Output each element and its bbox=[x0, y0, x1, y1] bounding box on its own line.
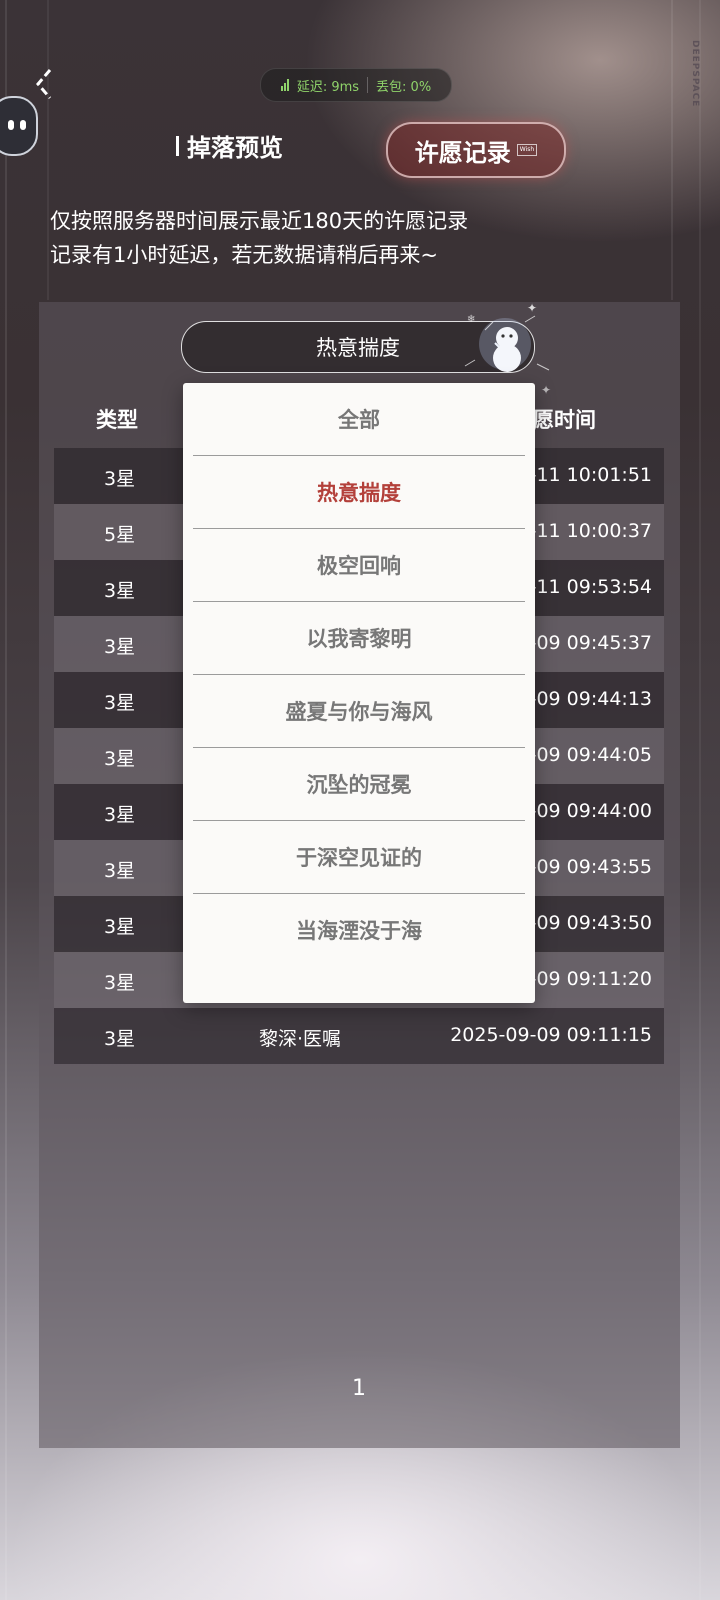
cell-time: -09 09:45:37 bbox=[529, 632, 652, 654]
brand-watermark: DEEPSPACE bbox=[690, 40, 700, 108]
tab-indicator bbox=[176, 135, 179, 156]
back-button[interactable] bbox=[30, 64, 70, 108]
cell-time: -09 09:43:55 bbox=[529, 856, 652, 878]
cell-type: 3星 bbox=[104, 692, 136, 714]
header-time: 愿时间 bbox=[533, 408, 596, 432]
dropdown-option[interactable]: 盛夏与你与海风 bbox=[193, 675, 525, 747]
cell-type: 3星 bbox=[104, 972, 136, 994]
cell-time: -09 09:44:00 bbox=[529, 800, 652, 822]
cell-type: 3星 bbox=[104, 804, 136, 826]
filter-selected-label: 热意揣度 bbox=[316, 336, 400, 360]
tab-drop-preview-label: 掉落预览 bbox=[187, 134, 283, 162]
cell-time: -09 09:44:05 bbox=[529, 744, 652, 766]
cell-time: -11 10:00:37 bbox=[529, 520, 652, 542]
tab-wish-record-label: 许愿记录 bbox=[414, 138, 511, 167]
divider bbox=[367, 77, 369, 93]
cell-type: 3星 bbox=[104, 860, 136, 882]
dropdown-option[interactable]: 当海湮没于海 bbox=[193, 894, 525, 966]
tab-wish-badge: Wish bbox=[516, 144, 538, 156]
dropdown-option[interactable]: 全部 bbox=[193, 383, 525, 455]
notice-line-2: 记录有1小时延迟，若无数据请稍后再来~ bbox=[50, 243, 438, 267]
signal-icon bbox=[280, 79, 289, 91]
robot-eye bbox=[20, 120, 26, 130]
cell-name: 黎深·医嘱 bbox=[259, 1028, 342, 1050]
cell-type: 5星 bbox=[104, 524, 136, 546]
cell-type: 3星 bbox=[104, 468, 136, 490]
cell-type: 3星 bbox=[104, 916, 136, 938]
cell-time: -09 09:11:20 bbox=[529, 968, 652, 990]
page-number[interactable]: 1 bbox=[352, 1376, 366, 1401]
cell-time: -11 09:53:54 bbox=[529, 576, 652, 598]
packet-loss-label: 丢包: 0% bbox=[376, 79, 432, 95]
tab-wish-record[interactable]: 许愿记录 Wish bbox=[386, 122, 566, 178]
cell-time: -09 09:44:13 bbox=[529, 688, 652, 710]
chevron-left-icon bbox=[36, 69, 52, 99]
cell-type: 3星 bbox=[104, 636, 136, 658]
assistant-robot-button[interactable] bbox=[0, 96, 38, 156]
header-type: 类型 bbox=[96, 408, 138, 432]
cell-type: 3星 bbox=[104, 1028, 136, 1050]
table-row: 3星 黎深·医嘱 2025-09-09 09:11:15 bbox=[54, 1008, 664, 1064]
dropdown-option-selected[interactable]: 热意揣度 bbox=[193, 456, 525, 528]
notice-line-1: 仅按照服务器时间展示最近180天的许愿记录 bbox=[50, 209, 469, 233]
cell-type: 3星 bbox=[104, 748, 136, 770]
cell-time: 2025-09-09 09:11:15 bbox=[450, 1024, 652, 1046]
cell-time: -09 09:43:50 bbox=[529, 912, 652, 934]
pool-dropdown-menu: 全部 热意揣度 极空回响 以我寄黎明 盛夏与你与海风 沉坠的冠冕 于深空见证的 … bbox=[183, 383, 535, 1003]
cell-type: 3星 bbox=[104, 580, 136, 602]
network-status: 延迟: 9ms 丢包: 0% bbox=[260, 68, 452, 102]
dropdown-option[interactable]: 以我寄黎明 bbox=[193, 602, 525, 674]
notice-text: 仅按照服务器时间展示最近180天的许愿记录 记录有1小时延迟，若无数据请稍后再来… bbox=[50, 204, 468, 272]
latency-label: 延迟: 9ms bbox=[296, 79, 360, 95]
dropdown-option[interactable]: 沉坠的冠冕 bbox=[193, 748, 525, 820]
svg-text:✦: ✦ bbox=[541, 383, 551, 397]
dropdown-option[interactable]: 极空回响 bbox=[193, 529, 525, 601]
robot-icon bbox=[8, 120, 14, 130]
tab-drop-preview[interactable]: 掉落预览 bbox=[176, 128, 283, 163]
svg-text:✦: ✦ bbox=[527, 301, 537, 315]
dropdown-option[interactable]: 于深空见证的 bbox=[193, 821, 525, 893]
svg-text:❄: ❄ bbox=[467, 314, 475, 325]
cell-time: -11 10:01:51 bbox=[529, 464, 652, 486]
